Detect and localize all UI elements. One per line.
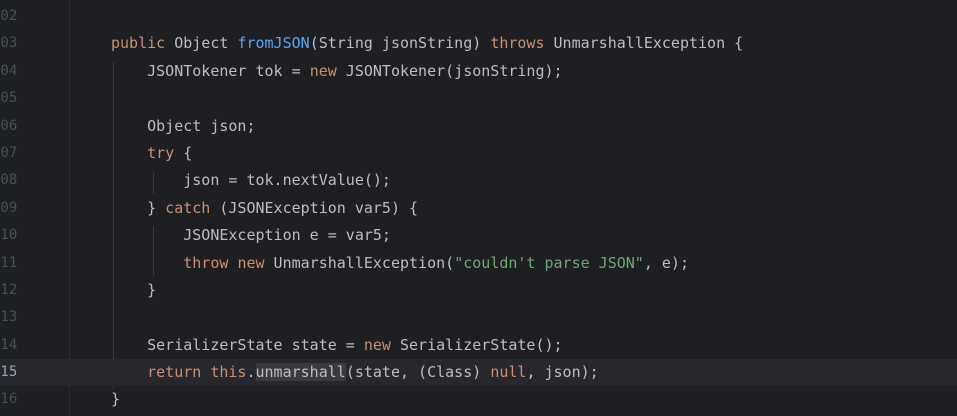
code-token: UnmarshallException {: [544, 34, 744, 53]
code-token: , e);: [643, 253, 689, 272]
code-line[interactable]: 107 try {: [0, 140, 957, 167]
code-line[interactable]: 105: [0, 85, 957, 112]
code-token: Object json;: [111, 116, 256, 135]
code-text[interactable]: json = tok.nextValue();: [111, 167, 391, 194]
code-token: json = tok.nextValue();: [111, 171, 391, 190]
code-token: null: [490, 363, 527, 382]
code-token: unmarshall: [255, 363, 346, 382]
code-line[interactable]: 109 } catch (JSONException var5) {: [0, 195, 957, 222]
code-token: .: [246, 363, 256, 382]
code-token: new: [363, 335, 391, 354]
code-text[interactable]: public Object fromJSON(String jsonString…: [111, 30, 743, 57]
code-line[interactable]: 106 Object json;: [0, 113, 957, 140]
code-text[interactable]: return this.unmarshall(state, (Class) nu…: [111, 359, 599, 386]
current-code-line[interactable]: 115 return this.unmarshall(state, (Class…: [0, 359, 957, 387]
line-number[interactable]: 108: [0, 167, 26, 194]
code-lines: 102103 public Object fromJSON(String json…: [0, 3, 957, 414]
code-line[interactable]: 116}: [0, 386, 957, 413]
code-line[interactable]: 113: [0, 304, 957, 331]
code-token: public: [111, 34, 166, 53]
line-number[interactable]: 115: [0, 359, 26, 386]
code-line[interactable]: 108 json = tok.nextValue();: [0, 167, 957, 194]
code-token: }: [111, 390, 121, 409]
code-token: {: [174, 143, 193, 162]
code-token: JSONTokener(jsonString);: [336, 61, 563, 80]
line-number[interactable]: 105: [0, 85, 26, 112]
line-number[interactable]: 106: [0, 113, 26, 140]
line-number[interactable]: 111: [0, 250, 26, 277]
code-line[interactable]: 103 public Object fromJSON(String jsonStr…: [0, 30, 957, 57]
code-token: new: [309, 61, 337, 80]
code-text[interactable]: SerializerState state = new SerializerSt…: [111, 332, 563, 359]
code-editor[interactable]: 102103 public Object fromJSON(String json…: [0, 0, 957, 416]
code-line[interactable]: 112 }: [0, 277, 957, 304]
code-token: JSONException e = var5;: [111, 226, 391, 245]
code-token: (String jsonString): [309, 34, 491, 53]
code-token: catch: [165, 198, 211, 217]
code-token: (JSONException var5) {: [210, 198, 419, 217]
code-token: new: [237, 253, 265, 272]
code-token: SerializerState state =: [111, 335, 364, 354]
code-token: (state, (Class): [345, 363, 491, 382]
code-line[interactable]: 114 SerializerState state = new Serializ…: [0, 332, 957, 359]
code-token: , json);: [526, 363, 599, 382]
line-number[interactable]: 110: [0, 222, 26, 249]
code-token: Object: [165, 34, 238, 53]
code-token: throw: [183, 253, 229, 272]
code-text[interactable]: }: [111, 386, 120, 413]
code-line[interactable]: 102: [0, 3, 957, 30]
code-line[interactable]: 111 throw new UnmarshallException("could…: [0, 250, 957, 277]
line-number[interactable]: 104: [0, 58, 26, 85]
code-token: UnmarshallException(: [264, 253, 455, 272]
code-token: try: [147, 143, 175, 162]
code-text[interactable]: throw new UnmarshallException("couldn't …: [111, 250, 689, 277]
code-token: return: [147, 363, 202, 382]
code-text[interactable]: Object json;: [111, 113, 256, 140]
code-token: SerializerState();: [390, 335, 563, 354]
line-number[interactable]: 116: [0, 386, 26, 413]
line-number[interactable]: 109: [0, 195, 26, 222]
line-number[interactable]: 114: [0, 332, 26, 359]
line-number[interactable]: 107: [0, 140, 26, 167]
line-number[interactable]: 113: [0, 304, 26, 331]
code-line[interactable]: 110 JSONException e = var5;: [0, 222, 957, 249]
code-text[interactable]: JSONException e = var5;: [111, 222, 391, 249]
code-text[interactable]: JSONTokener tok = new JSONTokener(jsonSt…: [111, 58, 563, 85]
code-text[interactable]: try {: [111, 140, 192, 167]
line-number[interactable]: 112: [0, 277, 26, 304]
code-token: }: [111, 198, 166, 217]
code-token: "couldn't parse JSON": [454, 253, 644, 272]
code-token: JSONTokener tok =: [111, 61, 310, 80]
code-text[interactable]: } catch (JSONException var5) {: [111, 195, 418, 222]
code-token: }: [111, 280, 157, 299]
code-token: fromJSON: [237, 34, 310, 53]
line-number[interactable]: 103: [0, 30, 26, 57]
line-number[interactable]: 102: [0, 3, 26, 30]
code-line[interactable]: 104 JSONTokener tok = new JSONTokener(js…: [0, 58, 957, 85]
code-text[interactable]: }: [111, 277, 156, 304]
code-token: this: [210, 363, 247, 382]
code-token: throws: [490, 34, 545, 53]
